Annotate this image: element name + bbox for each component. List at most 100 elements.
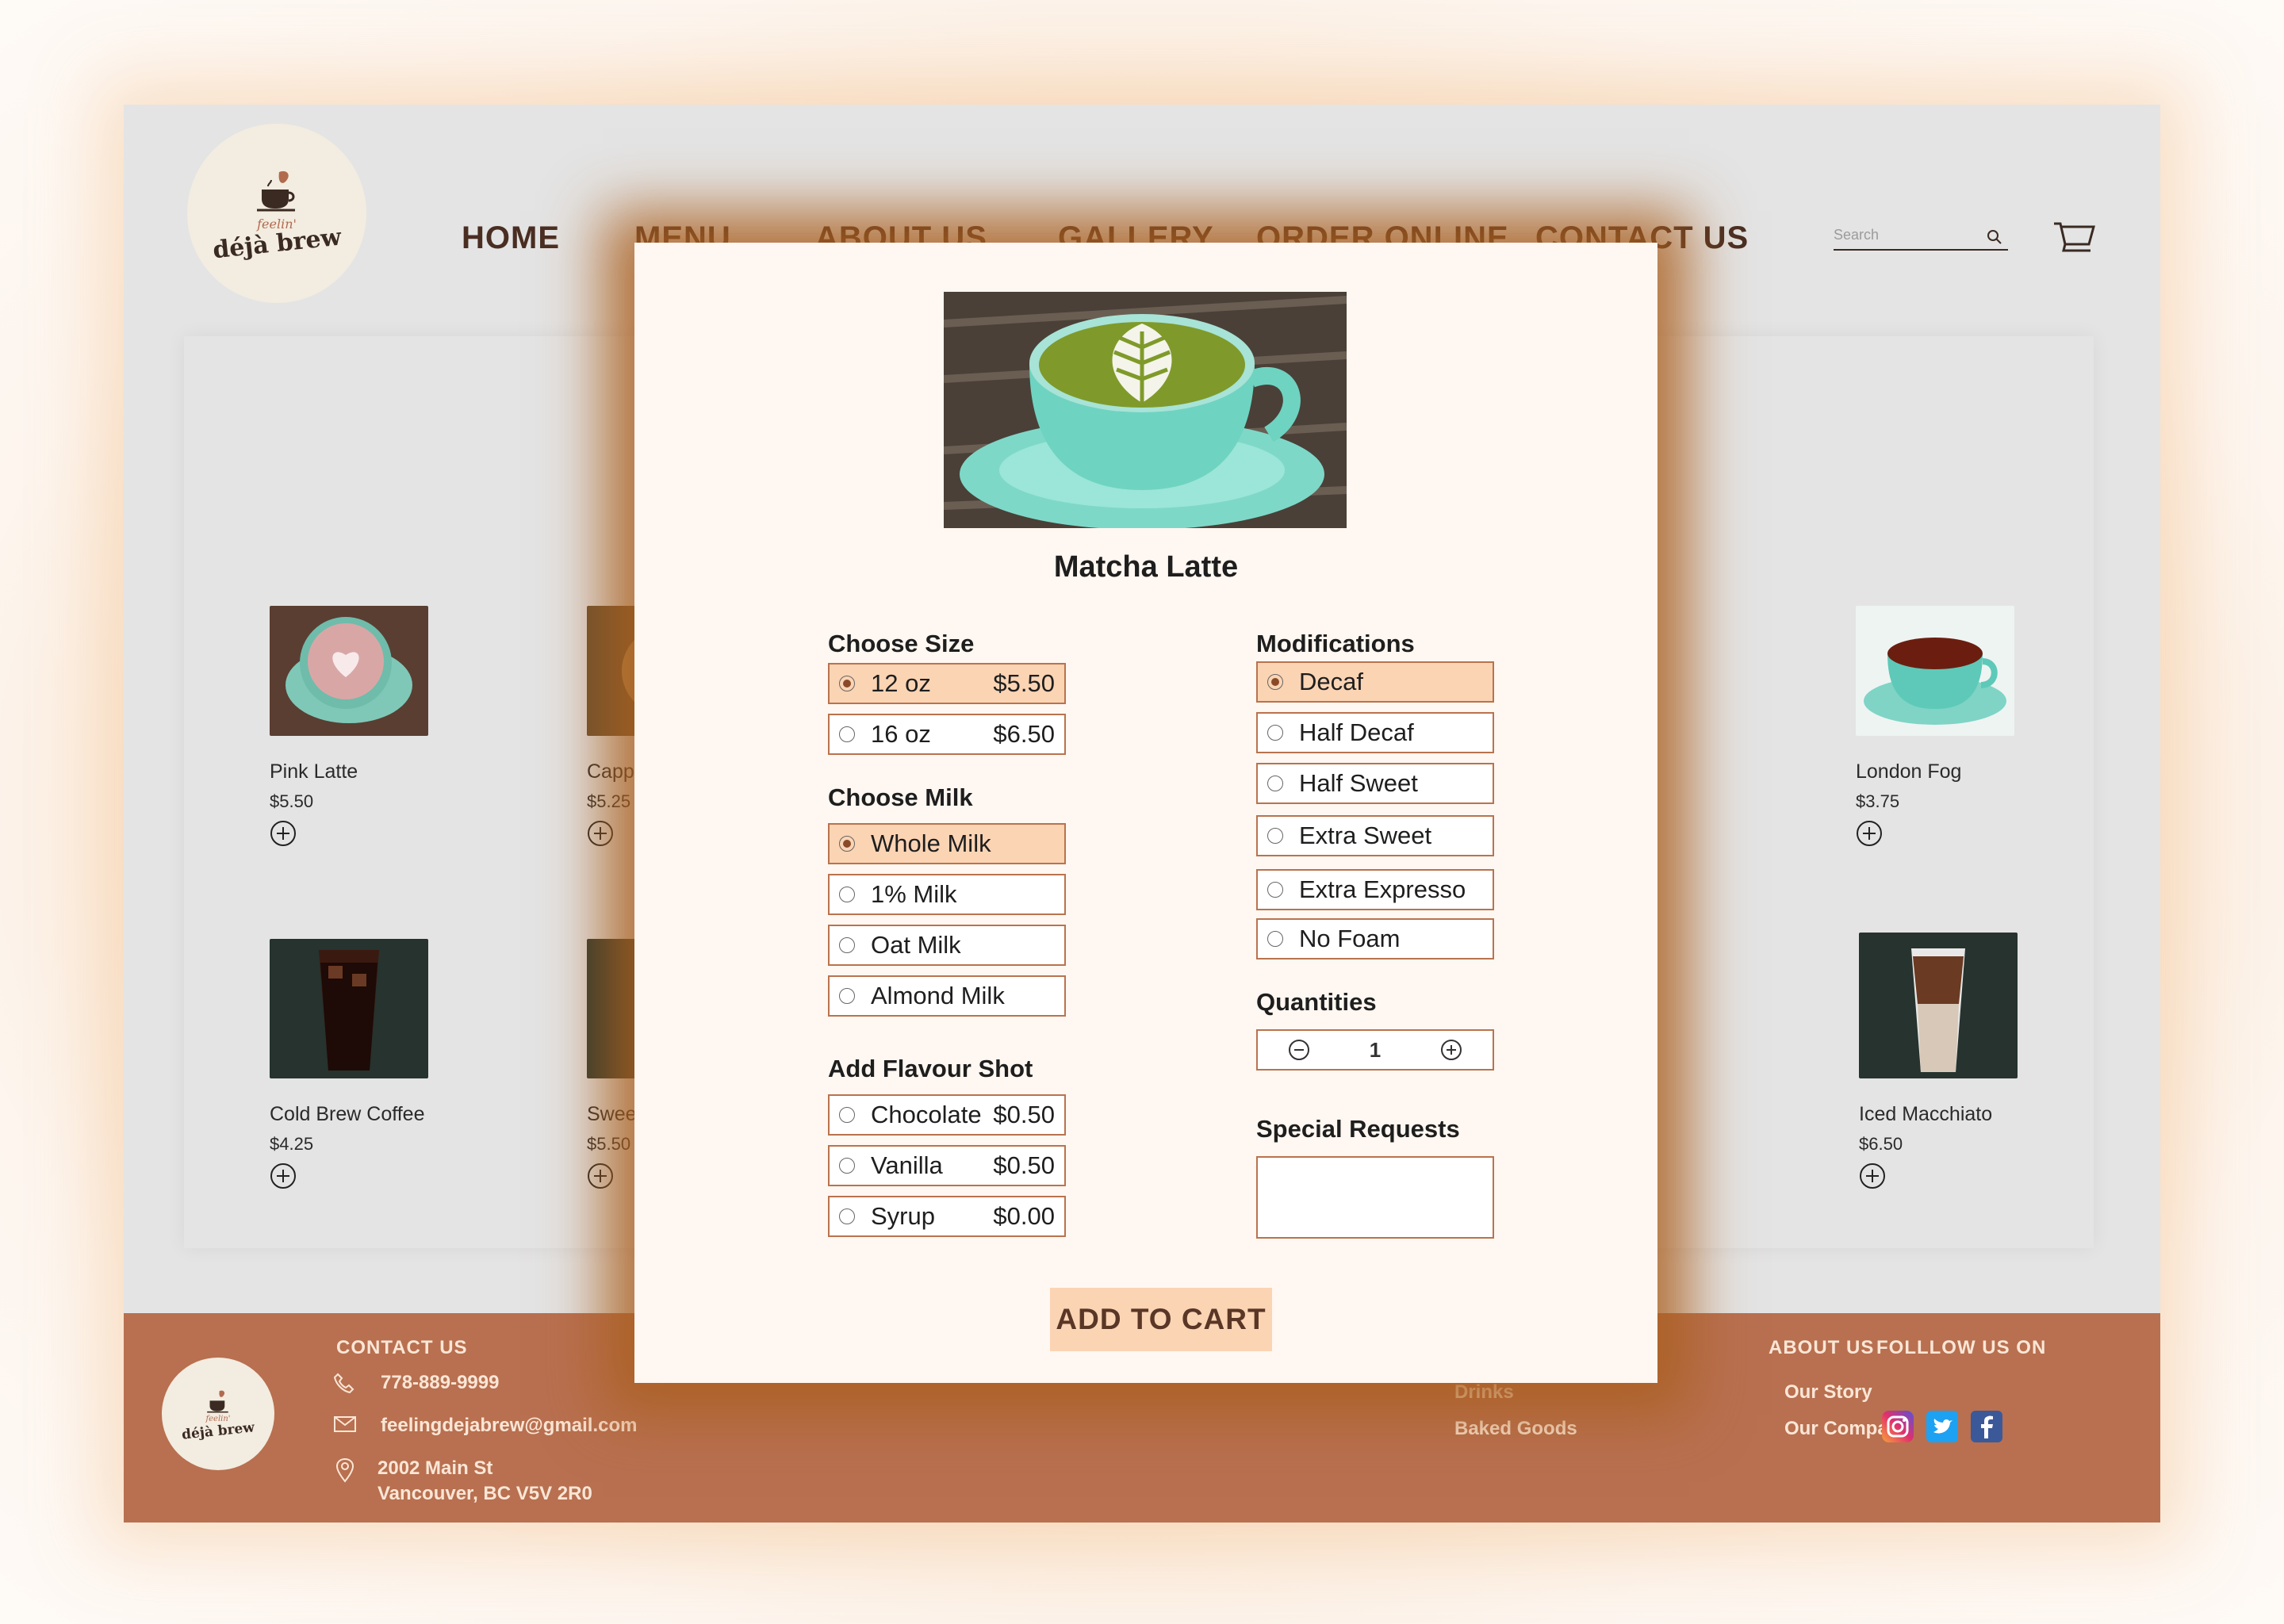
footer-phone[interactable]: 778-889-9999 (381, 1372, 499, 1394)
option-label: Almond Milk (871, 982, 1005, 1009)
add-circle-icon[interactable] (270, 820, 297, 847)
menu-item-name: Cold Brew Coffee (270, 1103, 425, 1125)
radio-selected-icon (839, 836, 855, 852)
radio-icon (839, 726, 855, 742)
instagram-icon[interactable] (1881, 1410, 1914, 1443)
footer-address-line1: 2002 Main St (377, 1457, 493, 1479)
milk-option-whole[interactable]: Whole Milk (828, 823, 1066, 864)
option-label: Whole Milk (871, 829, 991, 857)
add-circle-icon[interactable] (1859, 1162, 1886, 1189)
option-label: No Foam (1299, 925, 1401, 952)
add-circle-icon[interactable] (587, 820, 614, 847)
option-price: $0.50 (993, 1101, 1055, 1128)
radio-icon (839, 1208, 855, 1224)
search-icon[interactable] (1986, 228, 2003, 246)
brand-name: déjà brew (181, 1419, 255, 1443)
pink-latte-image (270, 606, 428, 736)
milk-option-almond[interactable]: Almond Milk (828, 975, 1066, 1017)
footer-link-baked-goods[interactable]: Baked Goods (1454, 1418, 1577, 1440)
mod-option-half-decaf[interactable]: Half Decaf (1256, 712, 1494, 753)
add-circle-icon[interactable] (587, 1162, 614, 1189)
nav-home[interactable]: HOME (462, 220, 560, 256)
special-requests-input[interactable] (1256, 1156, 1494, 1239)
quantity-stepper: 1 (1256, 1029, 1494, 1071)
mod-option-extra-sweet[interactable]: Extra Sweet (1256, 815, 1494, 856)
facebook-icon[interactable] (1970, 1410, 2003, 1443)
footer-address-line2: Vancouver, BC V5V 2R0 (377, 1483, 592, 1504)
add-to-cart-button[interactable]: ADD TO CART (1050, 1288, 1272, 1351)
menu-card[interactable]: Pink Latte $5.50 (270, 606, 492, 851)
option-price: $6.50 (993, 720, 1055, 748)
option-label: Syrup (871, 1202, 935, 1230)
twitter-icon[interactable] (1926, 1410, 1959, 1443)
option-label: Oat Milk (871, 931, 961, 959)
menu-item-price: $4.25 (270, 1134, 314, 1154)
option-label: Half Decaf (1299, 718, 1414, 746)
option-price: $0.00 (993, 1202, 1055, 1230)
footer-contact-title: CONTACT US (336, 1337, 468, 1358)
cart-icon[interactable] (2052, 220, 2095, 255)
footer-about-title: ABOUT US (1769, 1337, 1875, 1358)
footer-link-drinks[interactable]: Drinks (1454, 1381, 1514, 1404)
radio-selected-icon (839, 676, 855, 691)
flavour-option-syrup[interactable]: Syrup $0.00 (828, 1196, 1066, 1237)
main-nav: HOME MENU ABOUT US GALLERY ORDER ONLINE … (124, 105, 2160, 255)
search-input[interactable] (1834, 224, 1976, 246)
search-bar (1834, 224, 2008, 251)
option-price: $5.50 (993, 669, 1055, 697)
add-circle-icon[interactable] (270, 1162, 297, 1189)
option-label: 16 oz (871, 720, 931, 748)
phone-icon (333, 1373, 354, 1394)
mod-option-extra-expresso[interactable]: Extra Expresso (1256, 869, 1494, 910)
product-modal: Matcha Latte Choose Size 12 oz $5.50 16 … (634, 243, 1657, 1383)
radio-icon (839, 988, 855, 1004)
option-label: Extra Expresso (1299, 875, 1466, 903)
radio-icon (1267, 828, 1283, 844)
choose-size-title: Choose Size (828, 630, 975, 657)
option-label: 12 oz (871, 669, 931, 697)
coffee-cup-icon (207, 1390, 228, 1413)
radio-icon (839, 1158, 855, 1174)
option-label: Half Sweet (1299, 769, 1418, 797)
plus-circle-icon[interactable] (1439, 1038, 1463, 1062)
size-option-16oz[interactable]: 16 oz $6.50 (828, 714, 1066, 755)
option-price: $0.50 (993, 1151, 1055, 1179)
menu-item-name: London Fog (1856, 760, 1962, 783)
milk-option-oat[interactable]: Oat Milk (828, 925, 1066, 966)
footer-logo[interactable]: feelin' déjà brew (162, 1358, 274, 1470)
menu-card[interactable]: London Fog $3.75 (1856, 606, 2078, 851)
minus-circle-icon[interactable] (1287, 1038, 1311, 1062)
menu-card[interactable]: Cold Brew Coffee $4.25 (270, 939, 492, 1193)
flavour-option-vanilla[interactable]: Vanilla $0.50 (828, 1145, 1066, 1186)
footer-email[interactable]: feelingdejabrew@gmail.com (381, 1415, 637, 1437)
add-circle-icon[interactable] (1856, 820, 1883, 847)
radio-icon (839, 887, 855, 902)
menu-card[interactable]: Iced Macchiato $6.50 (1859, 933, 2081, 1193)
quantity-value[interactable]: 1 (1370, 1038, 1381, 1063)
flavour-option-chocolate[interactable]: Chocolate $0.50 (828, 1094, 1066, 1136)
matcha-latte-image (944, 292, 1347, 528)
cold-brew-image (270, 939, 428, 1078)
footer-link-our-story[interactable]: Our Story (1784, 1381, 1872, 1404)
menu-item-price: $5.50 (270, 791, 314, 811)
size-option-12oz[interactable]: 12 oz $5.50 (828, 663, 1066, 704)
radio-icon (1267, 931, 1283, 947)
milk-option-1percent[interactable]: 1% Milk (828, 874, 1066, 915)
radio-selected-icon (1267, 674, 1283, 690)
menu-item-price: $6.50 (1859, 1134, 1903, 1154)
product-title: Matcha Latte (1053, 550, 1239, 584)
option-label: 1% Milk (871, 880, 957, 908)
menu-item-name: Pink Latte (270, 760, 358, 783)
footer-follow-title: FOLLLOW US ON (1876, 1337, 2047, 1358)
quantities-title: Quantities (1256, 988, 1377, 1016)
add-flavour-title: Add Flavour Shot (828, 1055, 1033, 1082)
special-requests-title: Special Requests (1256, 1115, 1460, 1143)
mod-option-decaf[interactable]: Decaf (1256, 661, 1494, 703)
option-label: Decaf (1299, 668, 1363, 695)
option-label: Vanilla (871, 1151, 943, 1179)
email-icon (334, 1416, 356, 1432)
option-label: Chocolate (871, 1101, 982, 1128)
radio-icon (839, 1107, 855, 1123)
mod-option-no-foam[interactable]: No Foam (1256, 918, 1494, 959)
mod-option-half-sweet[interactable]: Half Sweet (1256, 763, 1494, 804)
